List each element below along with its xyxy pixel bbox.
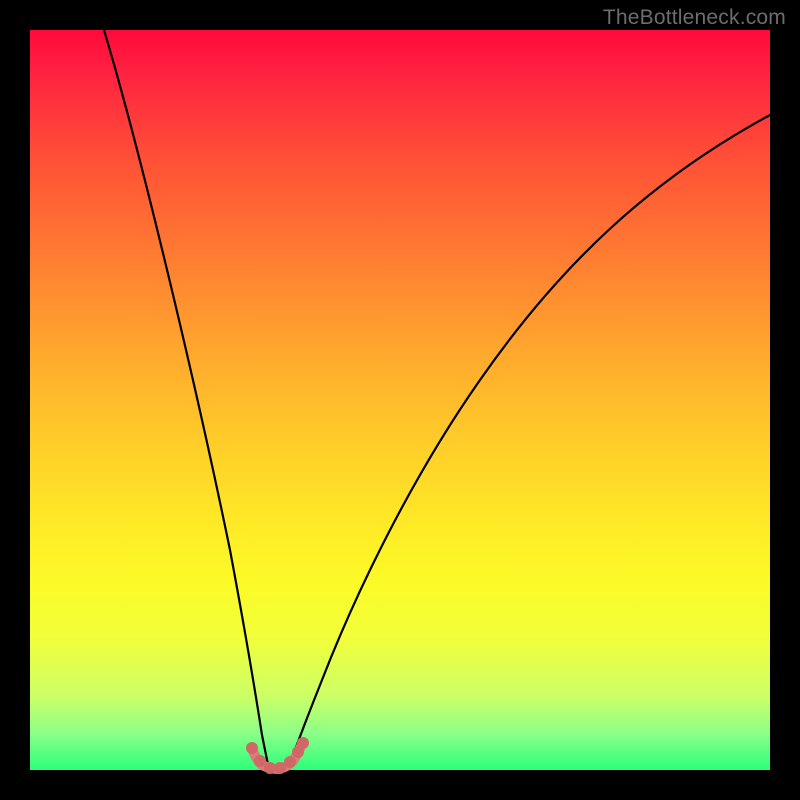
bottom-u-dot-4 (274, 762, 286, 774)
bottom-u-dot-5 (284, 756, 296, 768)
chart-svg (30, 30, 770, 770)
curve-right-branch (288, 115, 770, 769)
watermark-text: TheBottleneck.com (603, 6, 786, 30)
curve-left-branch (104, 30, 269, 769)
bottom-u-dot-2 (254, 755, 266, 767)
bottom-u-dot-7 (297, 737, 309, 749)
chart-plot-area (30, 30, 770, 770)
bottom-u-dot-1 (246, 742, 258, 754)
